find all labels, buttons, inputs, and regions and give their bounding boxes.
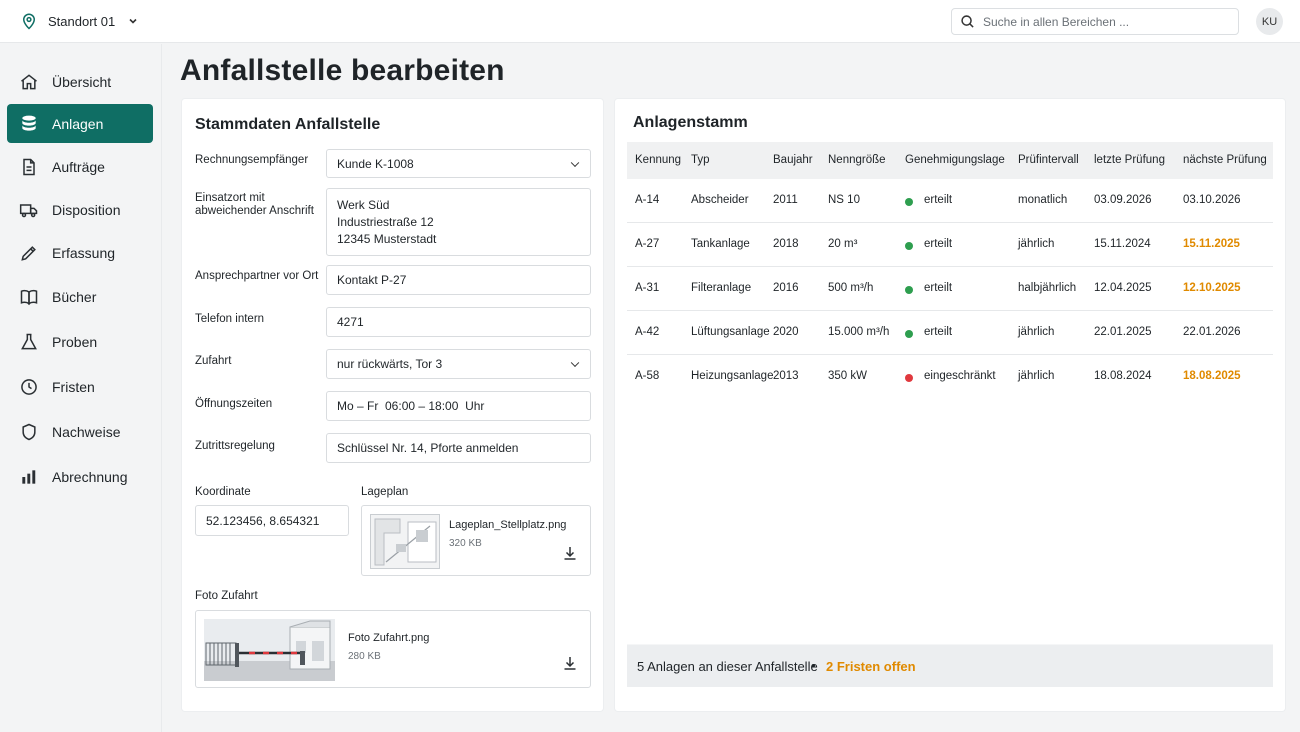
truck-icon	[19, 203, 38, 217]
table-row[interactable]: A-31 Filteranlage 2016 500 m³/h erteilt …	[627, 267, 1273, 311]
rechnungsempfaenger-select[interactable]: Kunde K-1008	[326, 149, 591, 178]
einsatzort-label: Einsatzort mit abweichender Anschrift	[195, 192, 314, 217]
table-row[interactable]: A-14 Abscheider 2011 NS 10 erteilt monat…	[627, 179, 1273, 223]
stammdaten-card: Stammdaten Anfallstelle Rechnungsempfäng…	[182, 99, 603, 711]
sidebar-item-disposition[interactable]: Disposition	[7, 190, 153, 229]
pencil-icon	[21, 245, 36, 261]
stammdaten-title: Stammdaten Anfallstelle	[195, 116, 381, 133]
map-pin-icon	[22, 13, 36, 30]
telefon-input[interactable]: 4271	[326, 307, 591, 337]
oeffnungszeiten-input[interactable]: Mo – Fr 06:00 – 18:00 Uhr	[326, 391, 591, 421]
table-empty-area	[627, 398, 1273, 644]
zufahrt-select[interactable]: nur rückwärts, Tor 3	[326, 349, 591, 379]
shield-icon	[22, 423, 36, 440]
koordinate-input[interactable]: 52.123456, 8.654321	[195, 505, 349, 536]
column-header[interactable]: Prüfintervall	[1018, 154, 1079, 166]
location-label: Standort 01	[48, 13, 116, 29]
zufahrt-label: Zufahrt	[195, 355, 232, 367]
avatar[interactable]: KU	[1256, 8, 1283, 35]
sidebar-item-uebersicht[interactable]: Übersicht	[7, 62, 153, 101]
rechnungsempfaenger-label: Rechnungsempfänger	[195, 154, 309, 166]
anlagenstamm-card: Anlagenstamm Kennung Typ Baujahr Nenngrö…	[615, 99, 1285, 711]
lageplan-label: Lageplan	[361, 486, 409, 498]
anlagen-table: Kennung Typ Baujahr Nenngröße Genehmigun…	[627, 142, 1273, 687]
search-input[interactable]	[983, 14, 1223, 29]
foto-file[interactable]: Foto Zufahrt.png 280 KB	[195, 610, 591, 688]
column-header[interactable]: letzte Prüfung	[1094, 154, 1165, 166]
status-dot	[905, 286, 913, 294]
sidebar-item-anlagen[interactable]: Anlagen	[7, 104, 153, 143]
column-header[interactable]: nächste Prüfung	[1183, 154, 1267, 166]
clock-icon	[21, 378, 37, 395]
open-deadlines[interactable]: 2 Fristen offen	[826, 659, 916, 674]
table-row[interactable]: A-27 Tankanlage 2018 20 m³ erteilt jährl…	[627, 223, 1273, 267]
sidebar: Übersicht Anlagen Aufträge Disposition E…	[0, 44, 162, 732]
zutritt-label: Zutrittsregelung	[195, 440, 275, 452]
column-header[interactable]: Typ	[691, 154, 710, 166]
home-icon	[21, 73, 37, 89]
status-dot	[905, 330, 913, 338]
download-icon[interactable]	[562, 655, 578, 671]
foto-file-name: Foto Zufahrt.png	[348, 632, 430, 644]
download-icon[interactable]	[562, 545, 578, 561]
book-icon	[20, 289, 38, 305]
anlagen-count: 5 Anlagen an dieser Anfallstelle	[637, 659, 818, 674]
status-dot	[905, 198, 913, 206]
sidebar-item-buecher[interactable]: Bücher	[7, 277, 153, 316]
oeffnungszeiten-label: Öffnungszeiten	[195, 398, 273, 410]
ansprechpartner-label: Ansprechpartner vor Ort	[195, 270, 319, 282]
zutritt-input[interactable]: Schlüssel Nr. 14, Pforte anmelden	[326, 433, 591, 463]
koordinate-label: Koordinate	[195, 486, 251, 498]
lageplan-file-name: Lageplan_Stellplatz.png	[449, 519, 567, 531]
table-row[interactable]: A-42 Lüftungsanlage 2020 15.000 m³/h ert…	[627, 311, 1273, 355]
global-search[interactable]	[951, 8, 1239, 35]
footer-separator: •	[811, 658, 816, 673]
column-header[interactable]: Genehmigungslage	[905, 154, 1005, 166]
column-header[interactable]: Kennung	[635, 154, 681, 166]
status-dot	[905, 374, 913, 382]
anlagenstamm-title: Anlagenstamm	[633, 114, 748, 131]
sidebar-item-proben[interactable]: Proben	[7, 322, 153, 361]
chevron-down-icon	[129, 18, 137, 24]
lageplan-thumbnail	[370, 514, 440, 569]
sidebar-item-fristen[interactable]: Fristen	[7, 367, 153, 406]
foto-file-size: 280 KB	[348, 651, 381, 662]
bar-chart-icon	[22, 469, 36, 484]
ansprechpartner-input[interactable]: Kontakt P-27	[326, 265, 591, 295]
page-title: Anfallstelle bearbeiten	[180, 54, 505, 87]
sidebar-item-abrechnung[interactable]: Abrechnung	[7, 457, 153, 496]
lageplan-file-size: 320 KB	[449, 538, 482, 549]
table-footer: 5 Anlagen an dieser Anfallstelle • 2 Fri…	[627, 645, 1273, 687]
table-row[interactable]: A-58 Heizungsanlage 2013 350 kW eingesch…	[627, 355, 1273, 399]
einsatzort-textarea[interactable]: Werk Süd Industriestraße 12 12345 Muster…	[326, 188, 591, 256]
sidebar-item-nachweise[interactable]: Nachweise	[7, 412, 153, 451]
lageplan-file[interactable]: Lageplan_Stellplatz.png 320 KB	[361, 505, 591, 576]
sidebar-item-auftraege[interactable]: Aufträge	[7, 147, 153, 186]
database-icon	[22, 115, 36, 131]
top-bar: Standort 01 KU	[0, 0, 1300, 43]
telefon-label: Telefon intern	[195, 313, 265, 325]
flask-icon	[21, 333, 37, 349]
status-dot	[905, 242, 913, 250]
foto-thumbnail	[204, 619, 335, 681]
column-header[interactable]: Nenngröße	[828, 154, 886, 166]
column-header[interactable]: Baujahr	[773, 154, 813, 166]
sidebar-item-erfassung[interactable]: Erfassung	[7, 233, 153, 272]
location-selector[interactable]: Standort 01	[20, 12, 139, 30]
rechnungsempfaenger-value: Kunde K-1008	[337, 156, 414, 171]
document-icon	[23, 158, 35, 175]
foto-label: Foto Zufahrt	[195, 590, 258, 602]
search-icon	[961, 15, 974, 28]
table-header: Kennung Typ Baujahr Nenngröße Genehmigun…	[627, 142, 1273, 179]
